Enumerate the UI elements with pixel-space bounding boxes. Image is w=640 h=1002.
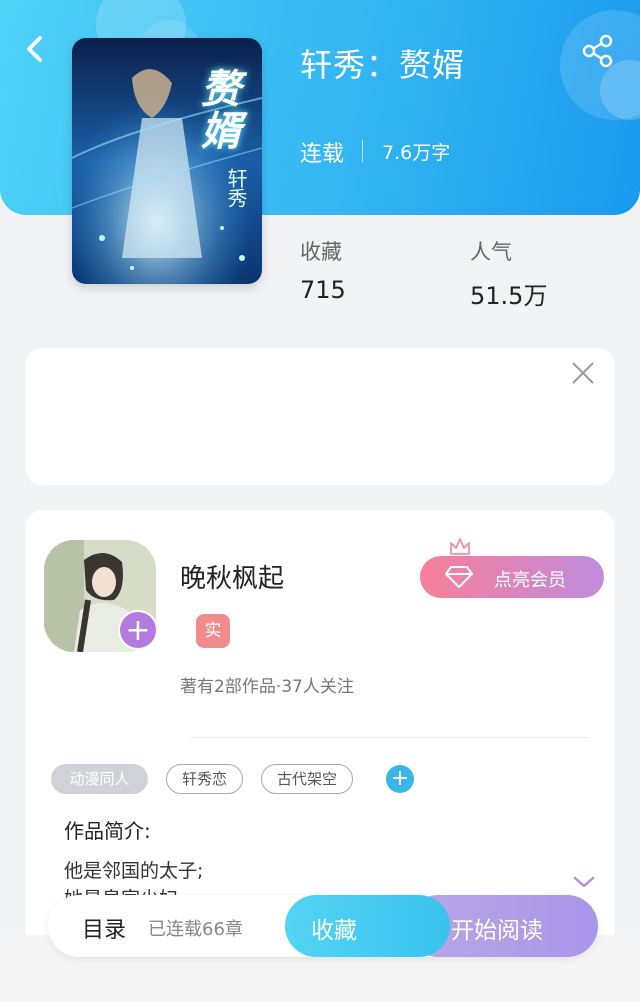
book-title: 轩秀：赘婿	[300, 46, 466, 84]
toc-button[interactable]: 目录	[82, 912, 126, 944]
back-button[interactable]	[20, 32, 52, 68]
crown-icon	[448, 536, 472, 558]
tag-anime-fanfic[interactable]: 动漫同人	[51, 764, 148, 794]
chapter-count: 已连载66章	[148, 919, 243, 940]
share-button[interactable]	[578, 32, 618, 72]
add-tag-button[interactable]: +	[386, 765, 414, 793]
author-meta: 著有2部作品·37人关注	[180, 677, 354, 697]
intro-line: 他是邻国的太子;	[64, 860, 204, 882]
cover-title: 赘婿	[194, 68, 240, 152]
start-reading-label: 开始阅读	[451, 918, 543, 944]
tag-ancient[interactable]: 古代架空	[261, 764, 353, 794]
favorites-value: 715	[300, 276, 346, 304]
close-icon	[572, 362, 594, 384]
diamond-icon	[445, 566, 473, 588]
expand-intro-button[interactable]	[572, 872, 596, 892]
ad-banner	[26, 348, 614, 485]
share-icon	[582, 34, 613, 68]
vip-button[interactable]: 点亮会员	[420, 556, 604, 598]
chevron-down-icon	[573, 876, 595, 888]
tag-xuanxiu[interactable]: 轩秀恋	[166, 764, 243, 794]
book-cover[interactable]: 赘婿 轩秀	[72, 38, 262, 284]
favorite-label: 收藏	[311, 918, 357, 944]
vip-button-label: 点亮会员	[494, 570, 566, 591]
author-name[interactable]: 晚秋枫起	[180, 558, 284, 595]
status-divider	[362, 140, 363, 162]
divider	[190, 737, 590, 738]
cover-author: 轩秀	[224, 168, 248, 208]
verified-badge: 实	[196, 614, 230, 648]
chevron-left-icon	[27, 36, 42, 62]
popularity-value: 51.5万	[470, 282, 548, 310]
favorites-label: 收藏	[300, 240, 342, 264]
intro-heading: 作品简介:	[64, 819, 151, 843]
word-count: 7.6万字	[382, 142, 451, 164]
follow-author-button[interactable]: +	[118, 610, 158, 650]
favorite-button[interactable]: 收藏	[285, 895, 450, 957]
book-status: 连载	[300, 142, 345, 167]
popularity-label: 人气	[470, 240, 512, 264]
close-ad-button[interactable]	[570, 360, 596, 386]
